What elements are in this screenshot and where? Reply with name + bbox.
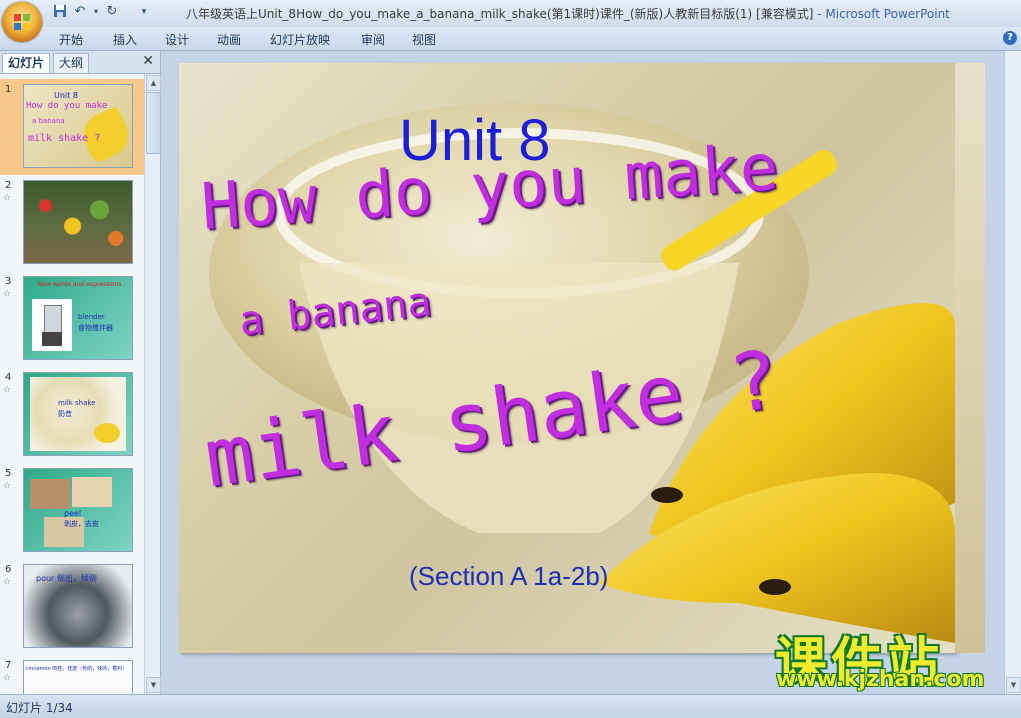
milkshake-image	[30, 377, 126, 451]
scroll-thumb[interactable]	[146, 92, 161, 154]
undo-icon[interactable]: ↶	[72, 4, 88, 20]
next-slide-preview	[955, 63, 985, 653]
animation-star-icon: ☆	[3, 673, 12, 683]
tab-home[interactable]: 开始	[59, 31, 83, 48]
thumbnail-image: cinnamon 肉桂，桂皮（色的，味的，香料）	[23, 660, 133, 694]
slide-thumbnail-2[interactable]: 2 ☆	[0, 175, 144, 271]
fruit-market-image	[23, 180, 133, 264]
thumbnail-list: 1 Unit 8 How do you make a banana milk s…	[0, 74, 144, 694]
app-name: - Microsoft PowerPoint	[817, 7, 950, 21]
slide-editor: Unit 8 How do you make a banana milk sha…	[161, 51, 1021, 694]
slide-thumbnail-5[interactable]: 5 ☆ peel 剥皮，去皮	[0, 463, 144, 559]
thumb-text: a banana	[32, 117, 65, 125]
help-icon[interactable]: ?	[1003, 31, 1017, 45]
slide-canvas[interactable]: Unit 8 How do you make a banana milk sha…	[179, 63, 955, 653]
scroll-down-icon[interactable]: ▼	[146, 677, 161, 693]
slide-thumbnail-1[interactable]: 1 Unit 8 How do you make a banana milk s…	[0, 79, 144, 175]
thumb-text: How do you make	[26, 101, 108, 111]
slide-number: 7	[5, 660, 12, 671]
thumbnail-image: New words and expressions blender 食物搅拌器	[23, 276, 133, 360]
document-title: 八年级英语上Unit_8How_do_you_make_a_banana_mil…	[186, 7, 814, 21]
thumb-text: peel	[64, 509, 82, 518]
animation-star-icon: ☆	[3, 481, 12, 491]
tab-slides[interactable]: 幻灯片	[2, 53, 51, 73]
thumb-text: New words and expressions	[38, 281, 122, 288]
peel-image	[30, 479, 70, 509]
pane-tabs: 幻灯片 大纲 ✕	[0, 51, 160, 74]
scroll-up-icon[interactable]: ▲	[146, 75, 161, 91]
thumb-text: milk shake	[58, 399, 96, 407]
animation-star-icon: ☆	[3, 289, 12, 299]
tab-review[interactable]: 审阅	[361, 31, 385, 48]
thumbnail-image: peel 剥皮，去皮	[23, 468, 133, 552]
customize-toolbar-icon[interactable]: ▾	[136, 4, 152, 20]
title-bar: ↶ ▾ ↻ ▾ 八年级英语上Unit_8How_do_you_make_a_ba…	[0, 0, 1021, 42]
slide-number: 1	[5, 84, 12, 95]
tab-design[interactable]: 设计	[165, 31, 189, 48]
scroll-down-icon[interactable]: ▼	[1006, 677, 1021, 693]
slide-number: 5	[5, 468, 12, 479]
thumbnail-scrollbar[interactable]: ▲ ▼	[144, 74, 161, 694]
undo-dropdown-icon[interactable]: ▾	[88, 4, 104, 20]
thumb-text: Unit 8	[54, 91, 78, 100]
close-icon[interactable]: ✕	[142, 53, 154, 69]
tab-outline[interactable]: 大纲	[53, 53, 90, 73]
slide-thumbnail-3[interactable]: 3 ☆ New words and expressions blender 食物…	[0, 271, 144, 367]
slide-number: 6	[5, 564, 12, 575]
animation-star-icon: ☆	[3, 385, 12, 395]
peel-image	[72, 477, 112, 507]
thumbnail-image: Unit 8 How do you make a banana milk sha…	[23, 84, 133, 168]
animation-star-icon: ☆	[3, 577, 12, 587]
slide-counter: 幻灯片 1/34	[6, 701, 73, 715]
blender-image	[32, 299, 72, 351]
tab-slideshow[interactable]: 幻灯片放映	[270, 31, 330, 48]
redo-icon[interactable]: ↻	[104, 4, 120, 20]
slide-thumbnail-6[interactable]: 6 ☆ pour 倒出，倾倒	[0, 559, 144, 655]
thumb-text: 食物搅拌器	[78, 324, 113, 332]
thumb-text: milk shake ?	[28, 133, 101, 144]
thumb-text: 奶昔	[58, 410, 72, 418]
ribbon-tabs: 开始 插入 设计 动画 幻灯片放映 审阅 视图 ?	[0, 27, 1021, 51]
editor-scrollbar[interactable]: ▼	[1004, 51, 1021, 694]
status-bar: 幻灯片 1/34	[0, 694, 1021, 718]
section-subtitle[interactable]: (Section A 1a-2b)	[409, 561, 608, 592]
office-logo-icon	[14, 14, 30, 30]
thumb-text: blender	[78, 313, 105, 321]
animation-star-icon: ☆	[3, 193, 12, 203]
slide-thumbnail-7[interactable]: 7 ☆ cinnamon 肉桂，桂皮（色的，味的，香料）	[0, 655, 144, 694]
tab-animations[interactable]: 动画	[217, 31, 241, 48]
slide-number: 3	[5, 276, 12, 287]
slides-pane: 幻灯片 大纲 ✕ 1 Unit 8 How do you make a bana…	[0, 51, 161, 694]
window-title: 八年级英语上Unit_8How_do_you_make_a_banana_mil…	[186, 5, 950, 22]
tab-insert[interactable]: 插入	[113, 31, 137, 48]
tab-view[interactable]: 视图	[412, 31, 436, 48]
thumbnail-image: pour 倒出，倾倒	[23, 564, 133, 648]
office-button[interactable]	[2, 2, 42, 42]
thumb-text: cinnamon 肉桂，桂皮（色的，味的，香料）	[26, 666, 128, 672]
thumb-text: pour 倒出，倾倒	[36, 574, 97, 583]
slide-thumbnail-4[interactable]: 4 ☆ milk shake 奶昔	[0, 367, 144, 463]
save-icon[interactable]	[52, 4, 68, 20]
thumb-text: 剥皮，去皮	[64, 520, 99, 528]
thumbnail-image: milk shake 奶昔	[23, 372, 133, 456]
slide-number: 4	[5, 372, 12, 383]
slide-number: 2	[5, 180, 12, 191]
watermark-url: www.kjzhan.com	[776, 667, 985, 692]
